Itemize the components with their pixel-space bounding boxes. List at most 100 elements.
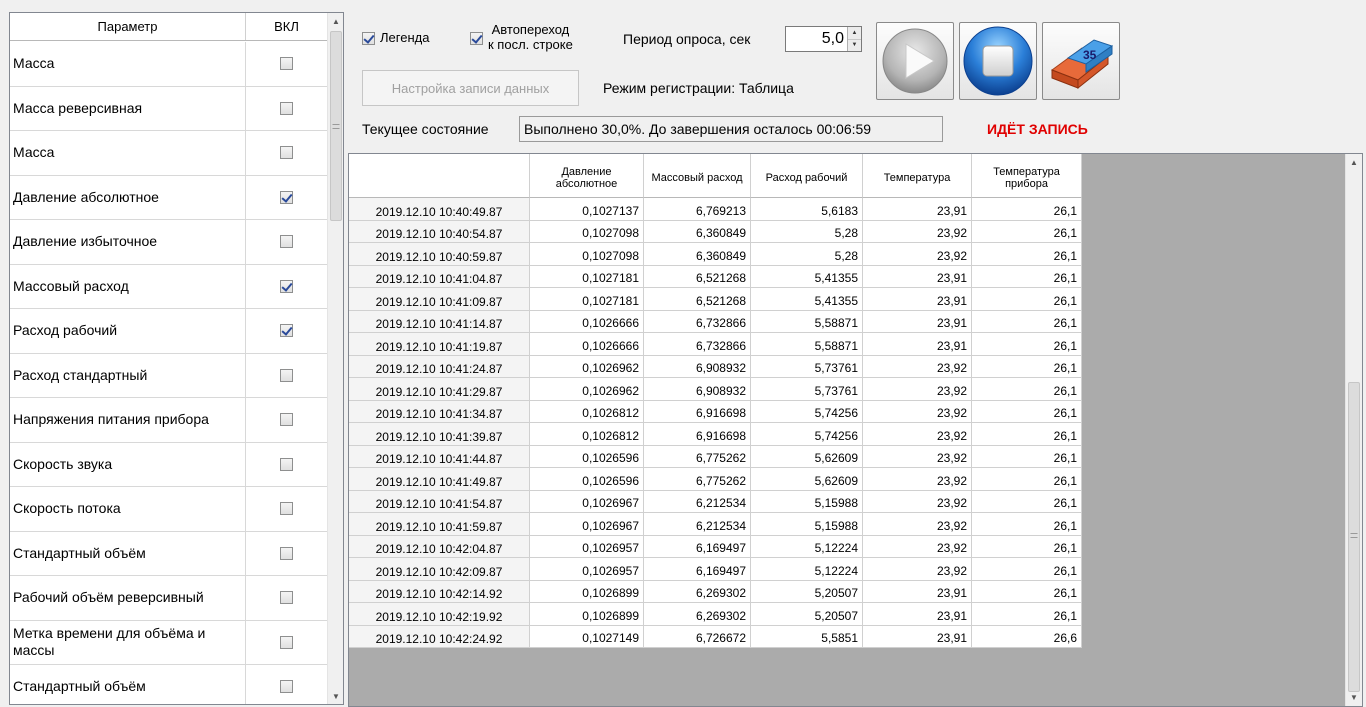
table-row-header[interactable]: 2019.12.10 10:42:14.92 xyxy=(349,580,530,603)
parameter-enable-cell[interactable] xyxy=(246,42,327,86)
parameter-enable-checkbox[interactable] xyxy=(280,680,293,694)
scrollbar-thumb[interactable] xyxy=(330,31,342,221)
table-cell[interactable]: 5,73761 xyxy=(751,378,863,401)
parameter-enable-cell[interactable] xyxy=(246,487,327,531)
table-cell[interactable]: 23,91 xyxy=(863,625,972,648)
parameter-enable-cell[interactable] xyxy=(246,265,327,309)
parameter-row[interactable]: Напряжения питания прибора xyxy=(10,398,327,443)
table-row-header[interactable]: 2019.12.10 10:41:04.87 xyxy=(349,265,530,288)
parameter-enable-checkbox[interactable] xyxy=(280,413,293,427)
scroll-down-arrow-icon[interactable]: ▼ xyxy=(1346,689,1362,706)
table-cell[interactable]: 23,92 xyxy=(863,490,972,513)
table-cell[interactable]: 23,92 xyxy=(863,243,972,266)
table-cell[interactable]: 23,91 xyxy=(863,603,972,626)
parameter-row[interactable]: Расход рабочий xyxy=(10,309,327,354)
record-settings-button[interactable]: Настройка записи данных xyxy=(362,70,579,106)
table-cell[interactable]: 26,1 xyxy=(972,490,1082,513)
parameter-enable-cell[interactable] xyxy=(246,576,327,620)
table-cell[interactable]: 6,726672 xyxy=(644,625,751,648)
table-cell[interactable]: 23,91 xyxy=(863,310,972,333)
parameter-enable-cell[interactable] xyxy=(246,532,327,576)
table-cell[interactable]: 26,1 xyxy=(972,310,1082,333)
parameter-enable-cell[interactable] xyxy=(246,665,327,704)
table-cell[interactable]: 23,92 xyxy=(863,445,972,468)
table-cell[interactable]: 23,92 xyxy=(863,535,972,558)
table-cell[interactable]: 0,1027181 xyxy=(530,265,644,288)
table-cell[interactable]: 6,769213 xyxy=(644,198,751,221)
parameter-row[interactable]: Скорость звука xyxy=(10,442,327,487)
table-cell[interactable]: 5,74256 xyxy=(751,423,863,446)
table-row[interactable]: 2019.12.10 10:41:34.87 0,1026812 6,916698 5… xyxy=(349,400,1082,423)
table-cell[interactable]: 0,1026812 xyxy=(530,423,644,446)
table-row[interactable]: 2019.12.10 10:41:09.87 0,1027181 6,521268 5… xyxy=(349,288,1082,311)
table-cell[interactable]: 5,28 xyxy=(751,220,863,243)
table-cell[interactable]: 6,521268 xyxy=(644,265,751,288)
table-cell[interactable]: 0,1026596 xyxy=(530,445,644,468)
table-cell[interactable]: 26,1 xyxy=(972,400,1082,423)
table-cell[interactable]: 0,1026666 xyxy=(530,310,644,333)
table-cell[interactable]: 5,20507 xyxy=(751,603,863,626)
table-cell[interactable]: 0,1027098 xyxy=(530,220,644,243)
parameter-enable-checkbox[interactable] xyxy=(280,368,293,382)
parameter-row[interactable]: Масса xyxy=(10,42,327,87)
table-cell[interactable]: 5,12224 xyxy=(751,535,863,558)
table-row[interactable]: 2019.12.10 10:42:19.92 0,1026899 6,269302 5… xyxy=(349,603,1082,626)
period-stepper[interactable]: 5,0 ▲ ▼ xyxy=(785,26,862,52)
table-cell[interactable]: 23,91 xyxy=(863,333,972,356)
table-cell[interactable]: 6,521268 xyxy=(644,288,751,311)
stepper-down-icon[interactable]: ▼ xyxy=(848,39,861,51)
table-column-header[interactable]: Температура прибора xyxy=(972,154,1082,198)
table-row-header[interactable]: 2019.12.10 10:42:19.92 xyxy=(349,603,530,626)
table-row[interactable]: 2019.12.10 10:41:39.87 0,1026812 6,916698 5… xyxy=(349,423,1082,446)
table-cell[interactable]: 6,169497 xyxy=(644,558,751,581)
table-cell[interactable]: 26,1 xyxy=(972,220,1082,243)
table-cell[interactable]: 26,1 xyxy=(972,468,1082,491)
table-row[interactable]: 2019.12.10 10:41:44.87 0,1026596 6,775262 5… xyxy=(349,445,1082,468)
period-stepper-arrows[interactable]: ▲ ▼ xyxy=(847,27,861,51)
table-cell[interactable]: 23,92 xyxy=(863,423,972,446)
table-cell[interactable]: 26,1 xyxy=(972,535,1082,558)
table-row-header[interactable]: 2019.12.10 10:41:09.87 xyxy=(349,288,530,311)
table-row[interactable]: 2019.12.10 10:40:49.87 0,1027137 6,769213 5… xyxy=(349,198,1082,221)
table-cell[interactable]: 6,732866 xyxy=(644,333,751,356)
parameter-enable-checkbox[interactable] xyxy=(280,190,293,204)
table-row-header[interactable]: 2019.12.10 10:41:29.87 xyxy=(349,378,530,401)
parameter-enable-checkbox[interactable] xyxy=(280,635,293,649)
table-row[interactable]: 2019.12.10 10:41:54.87 0,1026967 6,212534 5… xyxy=(349,490,1082,513)
table-cell[interactable]: 23,92 xyxy=(863,378,972,401)
table-row-header[interactable]: 2019.12.10 10:42:04.87 xyxy=(349,535,530,558)
parameter-enable-checkbox[interactable] xyxy=(280,101,293,115)
table-cell[interactable]: 5,58871 xyxy=(751,310,863,333)
parameter-enable-cell[interactable] xyxy=(246,309,327,353)
table-cell[interactable]: 26,1 xyxy=(972,198,1082,221)
parameter-enable-cell[interactable] xyxy=(246,398,327,442)
table-cell[interactable]: 6,360849 xyxy=(644,220,751,243)
table-row[interactable]: 2019.12.10 10:41:49.87 0,1026596 6,775262 5… xyxy=(349,468,1082,491)
parameter-row[interactable]: Скорость потока xyxy=(10,487,327,532)
table-cell[interactable]: 0,1027137 xyxy=(530,198,644,221)
table-cell[interactable]: 26,1 xyxy=(972,445,1082,468)
table-cell[interactable]: 6,908932 xyxy=(644,378,751,401)
parameter-enable-cell[interactable] xyxy=(246,176,327,220)
table-row[interactable]: 2019.12.10 10:41:19.87 0,1026666 6,732866 5… xyxy=(349,333,1082,356)
table-row-header[interactable]: 2019.12.10 10:41:19.87 xyxy=(349,333,530,356)
table-cell[interactable]: 5,62609 xyxy=(751,468,863,491)
table-cell[interactable]: 23,91 xyxy=(863,288,972,311)
table-cell[interactable]: 6,169497 xyxy=(644,535,751,558)
table-row[interactable]: 2019.12.10 10:40:54.87 0,1027098 6,360849 5… xyxy=(349,220,1082,243)
table-cell[interactable]: 0,1027149 xyxy=(530,625,644,648)
parameter-enable-cell[interactable] xyxy=(246,354,327,398)
table-cell[interactable]: 23,92 xyxy=(863,400,972,423)
table-cell[interactable]: 23,92 xyxy=(863,220,972,243)
table-row-header[interactable]: 2019.12.10 10:40:59.87 xyxy=(349,243,530,266)
table-row-header[interactable]: 2019.12.10 10:42:09.87 xyxy=(349,558,530,581)
table-cell[interactable]: 26,1 xyxy=(972,288,1082,311)
parameter-row[interactable]: Массовый расход xyxy=(10,264,327,309)
table-cell[interactable]: 0,1027098 xyxy=(530,243,644,266)
scrollbar-thumb[interactable] xyxy=(1348,382,1360,692)
table-cell[interactable]: 26,1 xyxy=(972,603,1082,626)
parameter-row[interactable]: Масса реверсивная xyxy=(10,86,327,131)
table-column-header[interactable]: Массовый расход xyxy=(644,154,751,198)
table-cell[interactable]: 23,91 xyxy=(863,265,972,288)
parameter-scrollbar[interactable]: ▲ ▼ xyxy=(327,13,343,704)
